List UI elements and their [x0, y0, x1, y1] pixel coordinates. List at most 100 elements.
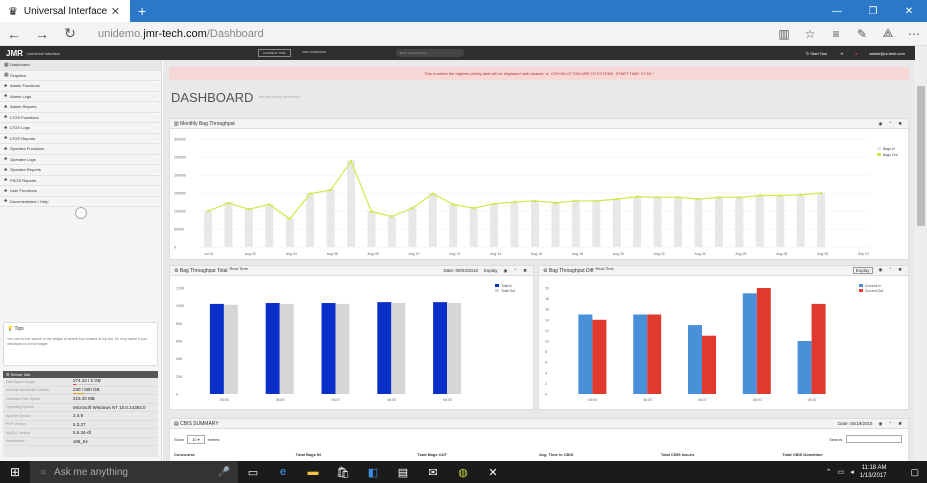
table-column-header[interactable]: Concourse	[174, 452, 296, 457]
file-explorer-icon[interactable]: ▬	[298, 466, 328, 478]
user-avatar-icon[interactable]: ●	[855, 51, 857, 56]
table-column-header[interactable]: Avg. Time in CBIS	[539, 452, 661, 457]
cbis-overview-button[interactable]: CBIS OVERVIEW	[298, 49, 330, 57]
entries-select[interactable]: 10 ▾	[187, 435, 205, 444]
bar-current-in	[578, 314, 593, 394]
minimize-button[interactable]: —	[819, 6, 855, 17]
action-center-icon[interactable]: ▢	[910, 467, 919, 478]
browser-tab[interactable]: ♛ Universal Interface ✕	[0, 0, 130, 22]
view-icon[interactable]: ◉	[879, 121, 883, 127]
store-icon[interactable]: 🛍	[328, 466, 358, 479]
x-tick-label: 06:00	[643, 398, 652, 402]
page-scrollbar[interactable]	[915, 46, 927, 461]
legend-swatch	[859, 284, 863, 287]
task-view-icon[interactable]: ▭	[238, 466, 268, 479]
sidebar-item[interactable]: ♣ LTOS Logs ‹	[0, 123, 161, 134]
priority-alert: This is where the highest priority alert…	[169, 67, 909, 80]
bags-in-bar	[285, 218, 294, 247]
table-search-input[interactable]	[846, 435, 902, 443]
bags-in-bar	[551, 202, 560, 247]
close-icon[interactable]: ✖	[898, 121, 902, 127]
close-tab-icon[interactable]: ✕	[111, 5, 120, 18]
tab-bar: ♛ Universal Interface ✕ + — ❐ ✕	[0, 0, 927, 22]
sidebar-item[interactable]: ♣ Admin Logs ‹	[0, 92, 161, 102]
system-clock[interactable]: 11:18 AM 1/13/2017	[860, 464, 887, 480]
sidebar-item[interactable]: ♣ Documentation / Help	[0, 197, 161, 207]
current-time-button[interactable]: CURRENT TIME	[258, 49, 291, 57]
sidebar-item[interactable]: ♣ Operator Functions ‹	[0, 144, 161, 155]
total-explay-button[interactable]: Explay	[484, 268, 498, 274]
new-tab-button[interactable]: +	[138, 3, 146, 19]
x-tick-label: 06:00	[387, 398, 396, 402]
y-tick-label: 18	[545, 297, 549, 301]
url-field[interactable]: unidemo.jmr-tech.com/Dashboard	[98, 28, 264, 40]
collapse-icon[interactable]: ⌃	[513, 268, 517, 274]
hub-icon[interactable]: ≡	[823, 27, 849, 41]
close-window-button[interactable]: ✕	[891, 6, 927, 17]
view-icon[interactable]: ◉	[504, 268, 508, 274]
outlook-icon[interactable]: ◧	[358, 466, 388, 479]
server-info-title: ⚙ Server Info	[3, 371, 158, 378]
maximize-button[interactable]: ❐	[855, 6, 891, 17]
back-button[interactable]: ←	[0, 26, 28, 42]
microphone-icon[interactable]: 🎤	[218, 467, 230, 478]
sidebar-item[interactable]: ♣ Operator Reports ‹	[0, 165, 161, 176]
logout-icon[interactable]: ⇥	[840, 51, 843, 56]
reading-view-icon[interactable]: ▥	[771, 27, 797, 41]
close-icon[interactable]: ✖	[523, 268, 527, 274]
logo-subtitle: Universal Interface	[26, 50, 61, 56]
share-icon[interactable]: ⟁	[875, 26, 901, 41]
forward-button[interactable]: →	[28, 26, 56, 42]
collapse-icon[interactable]: ⌃	[888, 267, 892, 274]
favorite-star-icon[interactable]: ☆	[797, 27, 823, 41]
table-column-header[interactable]: Total CBIS Issues	[661, 452, 783, 457]
start-tour-button[interactable]: ↻ Start Tour	[806, 51, 828, 56]
tools-icon[interactable]: ✕	[478, 466, 508, 479]
edge-browser-icon[interactable]: e	[268, 466, 298, 478]
sidebar-item[interactable]: ♣ Operator Logs ‹	[0, 155, 161, 165]
table-column-header[interactable]: Total CBIS Downtime	[782, 452, 904, 457]
bags-in-bar	[224, 202, 233, 247]
diff-explay-button[interactable]: Explay	[852, 267, 873, 274]
sidebar-item[interactable]: ▦ Graphics	[0, 71, 161, 81]
web-note-icon[interactable]: ✎	[849, 27, 875, 41]
view-icon[interactable]: ◉	[879, 421, 883, 427]
sidebar-item[interactable]: ♣ LTOS Functions ‹	[0, 113, 161, 123]
chevron-left-icon: ‹	[153, 156, 155, 162]
windows-start-icon[interactable]: ⊞	[0, 465, 30, 479]
more-icon[interactable]: ⋯	[901, 27, 927, 41]
volume-icon[interactable]: ◂	[850, 468, 854, 476]
bags-in-bar	[633, 196, 642, 247]
bags-in-bar	[612, 198, 621, 247]
collapse-icon[interactable]: ⌃	[888, 121, 892, 127]
y-tick-label: 100K	[176, 304, 185, 308]
sidebar-item[interactable]: ♣ Admin Reports ‹	[0, 102, 161, 113]
sidebar-item[interactable]: ♣ User Functions ‹	[0, 186, 161, 197]
sidebar-item[interactable]: ♣ PSOS Reports ‹	[0, 176, 161, 186]
collapse-icon[interactable]: ⌃	[888, 421, 892, 427]
app-icon[interactable]: ◍	[448, 466, 478, 479]
y-tick-label: 50000	[174, 228, 184, 232]
network-icon[interactable]: ▭	[838, 468, 845, 476]
sidebar-item[interactable]: ♣ LTOS Reports ‹	[0, 134, 161, 144]
mail-icon[interactable]: ✉	[418, 466, 448, 479]
close-icon[interactable]: ✖	[898, 421, 902, 427]
sidebar-item-label: Operator Logs	[10, 156, 36, 162]
bag-throughput-total-chart: 0 20K 40K 60K 80K 100K 120K 06:00 06:00 06:07 06:0…	[176, 284, 515, 402]
sidebar-item[interactable]: ▦ Dashboard	[0, 60, 161, 71]
user-email[interactable]: admin@ui-tech.com	[869, 51, 905, 56]
refresh-button[interactable]: ↻	[56, 25, 84, 42]
chevron-up-icon[interactable]: ⌃	[826, 468, 832, 476]
cortana-search[interactable]: ○ Ask me anything 🎤	[30, 461, 238, 483]
sidebar-collapse-toggle[interactable]: ‹	[75, 207, 87, 219]
close-icon[interactable]: ✖	[898, 267, 902, 274]
sidebar-item[interactable]: ♣ Admin Functions ‹	[0, 81, 161, 92]
keyword-search-input[interactable]: Enter Keyword here...	[396, 49, 464, 57]
bags-in-bar	[428, 193, 437, 247]
bags-in-bar	[408, 207, 417, 247]
view-icon[interactable]: ◉	[879, 267, 883, 274]
scrollbar-thumb[interactable]	[917, 86, 925, 226]
terminal-icon[interactable]: ▤	[388, 466, 418, 479]
table-column-header[interactable]: Total Bags OUT	[417, 452, 539, 457]
table-column-header[interactable]: Total Bags IN	[296, 452, 418, 457]
